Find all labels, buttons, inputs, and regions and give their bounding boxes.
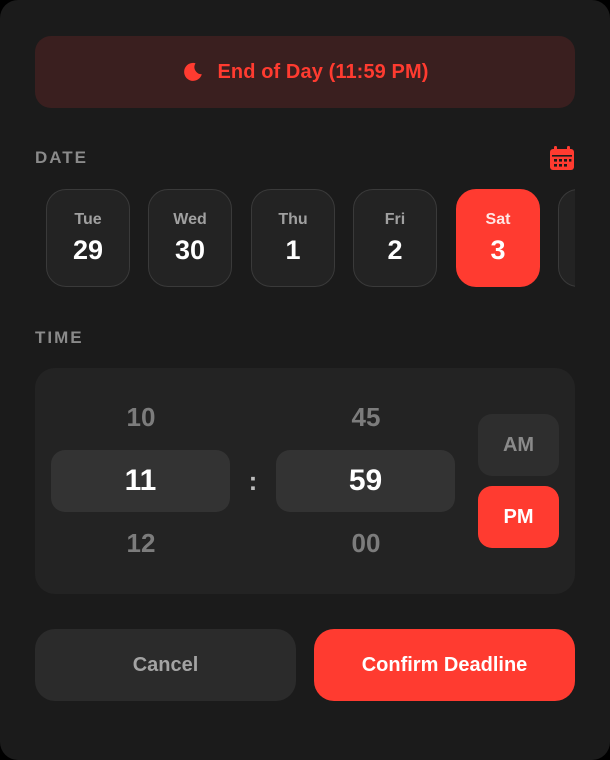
date-card-wed-30[interactable]: Wed 30	[148, 189, 232, 287]
date-day-number: 29	[72, 234, 104, 265]
date-weekday: Sat	[485, 210, 511, 228]
date-day-number: 30	[174, 234, 206, 265]
minute-next-value[interactable]: 00	[276, 528, 456, 559]
pm-toggle-selected[interactable]: PM	[478, 486, 559, 548]
minute-prev-value[interactable]: 45	[276, 402, 456, 433]
end-of-day-preset-button[interactable]: End of Day (11:59 PM)	[35, 36, 575, 108]
time-separator: :	[248, 466, 258, 496]
deadline-picker-panel: End of Day (11:59 PM) DATE Tue 29 Wed 30	[0, 0, 610, 760]
date-day-number: 2	[387, 234, 403, 265]
date-weekday: Tue	[74, 210, 102, 228]
date-day-number: 1	[285, 234, 301, 265]
time-picker: 10 11 12 : 45 59 00 AM PM	[35, 368, 575, 594]
date-strip[interactable]: Tue 29 Wed 30 Thu 1 Fri 2 Sat 3	[46, 189, 575, 289]
moon-icon	[181, 60, 205, 84]
confirm-deadline-button[interactable]: Confirm Deadline	[314, 629, 575, 701]
hour-next-value[interactable]: 12	[51, 528, 231, 559]
minute-selected-value[interactable]: 59	[276, 450, 455, 512]
end-of-day-label: End of Day (11:59 PM)	[217, 60, 429, 83]
calendar-icon[interactable]	[549, 146, 575, 172]
date-card-thu-1[interactable]: Thu 1	[251, 189, 335, 287]
hour-selected-value[interactable]: 11	[51, 450, 230, 512]
date-weekday: Wed	[173, 210, 207, 228]
hour-prev-value[interactable]: 10	[51, 402, 231, 433]
cancel-button[interactable]: Cancel	[35, 629, 296, 701]
date-section-label: DATE	[35, 148, 89, 167]
time-section-label: TIME	[35, 328, 84, 347]
am-toggle[interactable]: AM	[478, 414, 559, 476]
date-card-fri-2[interactable]: Fri 2	[353, 189, 437, 287]
date-weekday: Thu	[278, 210, 308, 228]
date-card-next-partial[interactable]	[558, 189, 575, 287]
date-weekday: Fri	[384, 210, 406, 228]
date-card-tue-29[interactable]: Tue 29	[46, 189, 130, 287]
date-day-number: 3	[490, 234, 506, 265]
date-card-sat-3-selected[interactable]: Sat 3	[456, 189, 540, 287]
